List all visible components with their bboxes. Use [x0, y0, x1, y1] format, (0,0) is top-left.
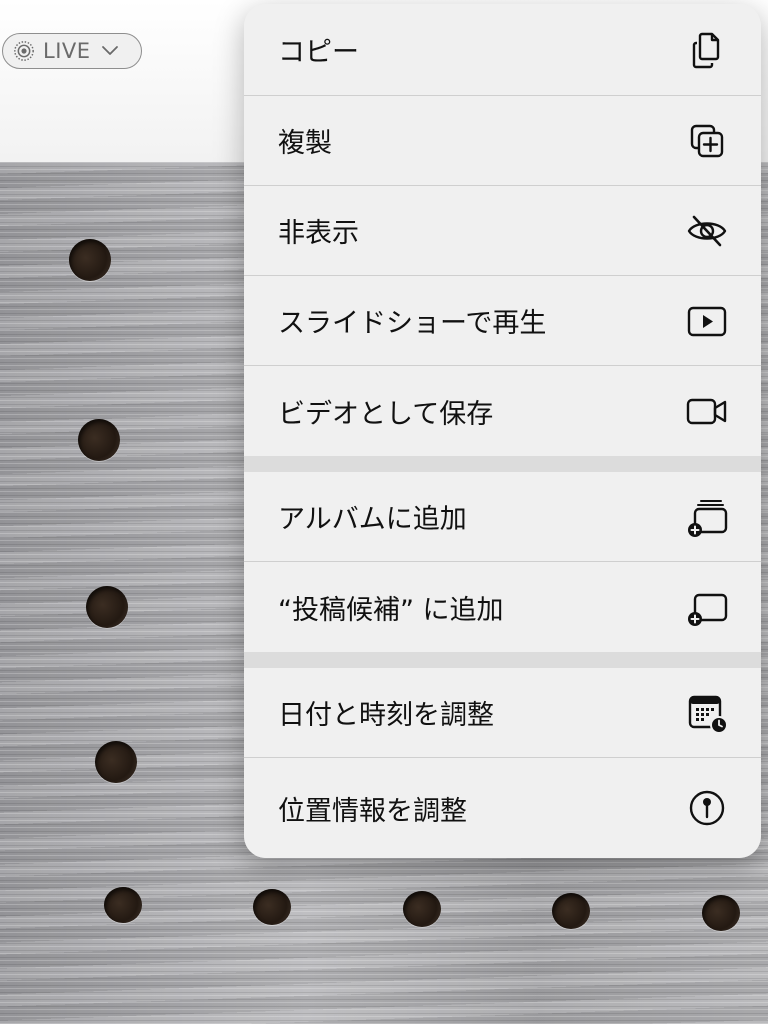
- menu-item-adjust-location[interactable]: 位置情報を調整: [244, 758, 761, 858]
- live-label: LIVE: [43, 39, 91, 63]
- pegboard-hole: [104, 887, 142, 923]
- context-menu: コピー 複製 非表示 スライドショーで再生 ビデオとして保存 アルバムに追加 “…: [244, 4, 761, 858]
- add-to-featured-icon: [685, 585, 729, 629]
- menu-item-label: アルバムに追加: [278, 504, 467, 535]
- menu-item-label: スライドショーで再生: [278, 308, 547, 339]
- menu-item-copy[interactable]: コピー: [244, 4, 761, 96]
- video-icon: [685, 389, 729, 433]
- menu-section-separator: [244, 652, 761, 668]
- pegboard-hole: [69, 239, 111, 281]
- menu-item-hide[interactable]: 非表示: [244, 186, 761, 276]
- pegboard-hole: [95, 741, 137, 783]
- menu-item-adjust-date-time[interactable]: 日付と時刻を調整: [244, 668, 761, 758]
- live-photo-icon: [14, 41, 34, 61]
- chevron-down-icon: [101, 46, 118, 55]
- menu-item-label: 複製: [278, 128, 332, 159]
- menu-item-add-to-featured[interactable]: “投稿候補” に追加: [244, 562, 761, 652]
- menu-item-add-to-album[interactable]: アルバムに追加: [244, 472, 761, 562]
- menu-item-save-as-video[interactable]: ビデオとして保存: [244, 366, 761, 456]
- duplicate-icon: [685, 119, 729, 163]
- menu-section-separator: [244, 456, 761, 472]
- menu-item-duplicate[interactable]: 複製: [244, 96, 761, 186]
- menu-item-slideshow[interactable]: スライドショーで再生: [244, 276, 761, 366]
- menu-item-label: コピー: [278, 37, 359, 68]
- menu-item-label: ビデオとして保存: [278, 398, 494, 430]
- menu-item-label: 日付と時刻を調整: [278, 700, 494, 731]
- live-photo-button[interactable]: LIVE: [2, 33, 142, 69]
- pegboard-hole: [403, 891, 441, 927]
- pegboard-hole: [552, 893, 590, 929]
- location-pin-icon: [685, 786, 729, 830]
- pegboard-hole: [702, 895, 740, 931]
- pegboard-hole: [78, 419, 120, 461]
- pegboard-hole: [253, 889, 291, 925]
- play-rectangle-icon: [685, 299, 729, 343]
- calendar-clock-icon: [685, 691, 729, 735]
- menu-item-label: 非表示: [278, 218, 359, 249]
- eye-slash-icon: [685, 209, 729, 253]
- menu-item-label: “投稿候補” に追加: [278, 594, 504, 626]
- menu-item-label: 位置情報を調整: [278, 795, 467, 827]
- pegboard-hole: [86, 586, 128, 628]
- copy-icon: [685, 28, 729, 72]
- add-to-album-icon: [685, 495, 729, 539]
